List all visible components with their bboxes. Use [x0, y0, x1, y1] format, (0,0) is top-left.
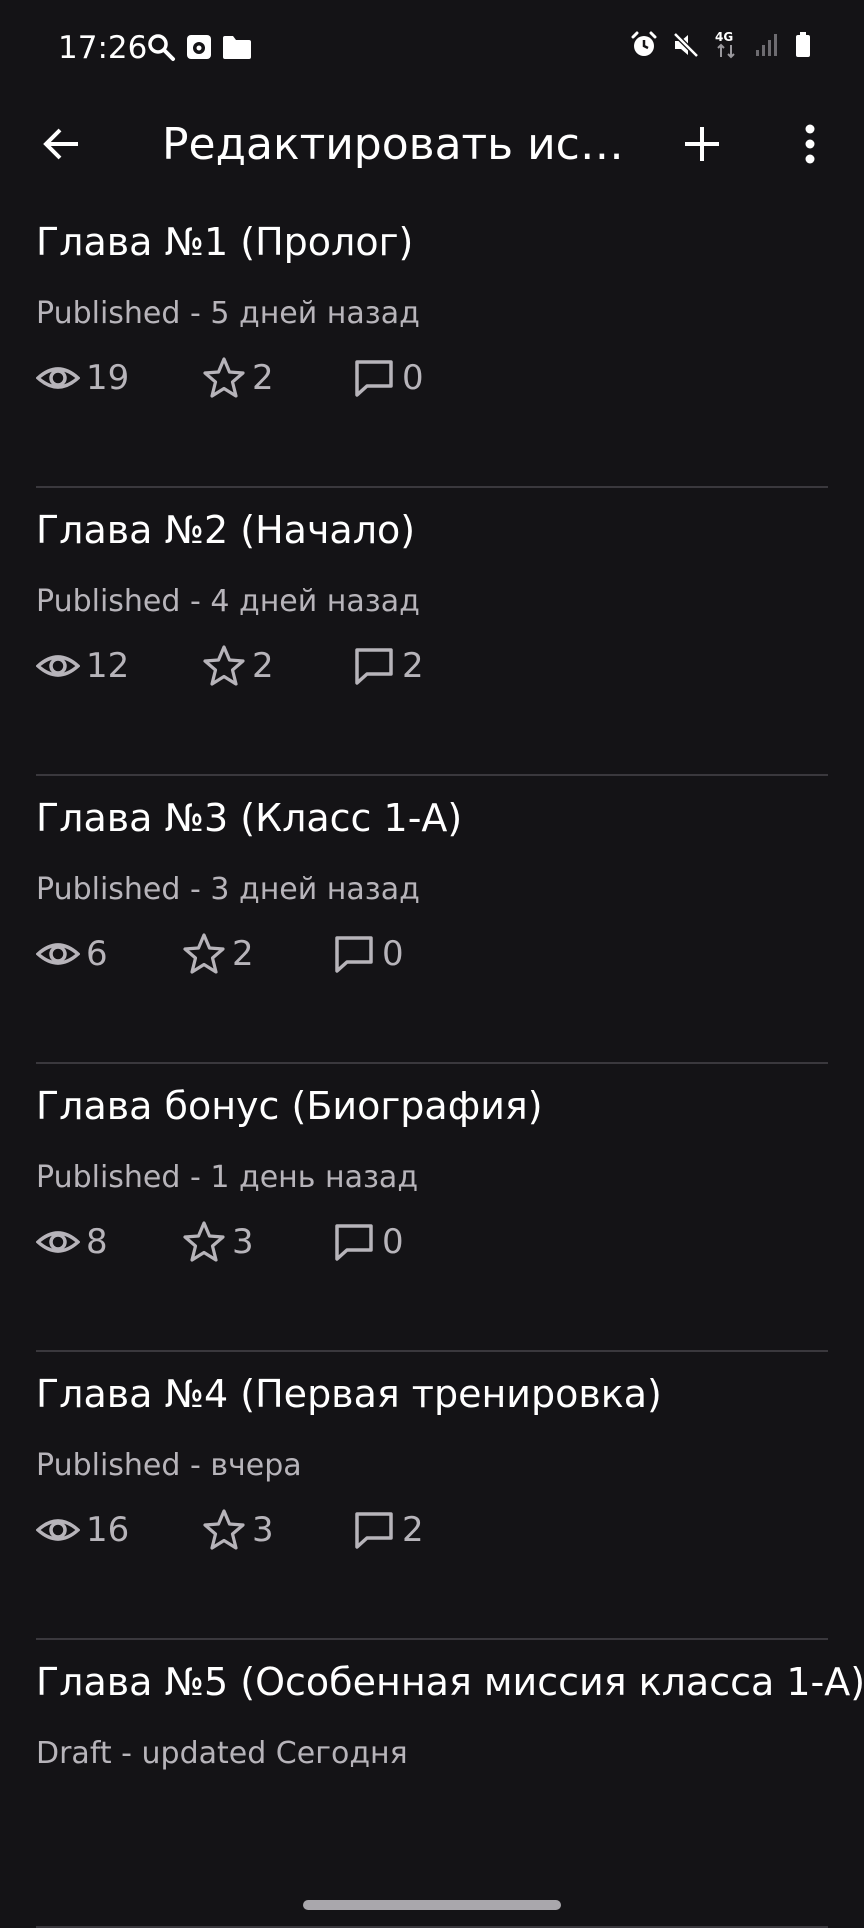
chapter-status: Published - 5 дней назад [36, 296, 420, 331]
stars-stat: 2 [182, 932, 254, 976]
status-right-icons: 4G [630, 30, 812, 60]
eye-icon [36, 356, 86, 400]
stars-stat: 3 [202, 1508, 274, 1552]
chapter-title: Глава №2 (Начало) [36, 508, 416, 552]
chapter-stats: 12 2 2 [36, 644, 836, 688]
status-left-icons [146, 32, 252, 62]
chapter-item-draft[interactable]: Глава №5 (Особенная миссия класса 1-А) D… [0, 1640, 864, 1928]
add-chapter-button[interactable] [670, 114, 734, 178]
chapter-title: Глава №4 (Первая тренировка) [36, 1372, 662, 1416]
stars-count: 2 [252, 358, 274, 398]
star-icon [182, 1220, 232, 1264]
mute-icon [672, 31, 700, 59]
views-stat: 19 [36, 356, 129, 400]
chapter-stats: 19 2 0 [36, 356, 836, 400]
views-count: 6 [86, 934, 108, 974]
views-stat: 8 [36, 1220, 108, 1264]
folder-icon [222, 34, 252, 60]
app-bar: Редактировать исто... [0, 96, 864, 216]
back-button[interactable] [30, 114, 94, 178]
views-stat: 12 [36, 644, 129, 688]
stars-stat: 2 [202, 356, 274, 400]
status-time: 17:26 [58, 30, 148, 66]
comments-count: 2 [402, 646, 424, 686]
chapter-item[interactable]: Глава №4 (Первая тренировка) Published -… [0, 1352, 864, 1640]
plus-icon [683, 125, 721, 168]
chapter-item[interactable]: Глава №1 (Пролог) Published - 5 дней наз… [0, 200, 864, 488]
chapter-stats: 8 3 0 [36, 1220, 836, 1264]
chapter-status: Draft - updated Сегодня [36, 1736, 408, 1771]
comment-icon [352, 356, 402, 400]
views-count: 19 [86, 358, 130, 398]
chapter-status: Published - 3 дней назад [36, 872, 420, 907]
comments-stat: 2 [352, 644, 424, 688]
more-vertical-icon [804, 124, 816, 169]
home-indicator[interactable] [303, 1900, 561, 1910]
comments-stat: 0 [352, 356, 424, 400]
chapter-list: Глава №1 (Пролог) Published - 5 дней наз… [0, 200, 864, 1928]
views-stat: 6 [36, 932, 108, 976]
signal-icon [754, 32, 780, 58]
status-bar: 17:26 4G [0, 0, 864, 96]
stars-count: 2 [252, 646, 274, 686]
eye-icon [36, 644, 86, 688]
chapter-title: Глава №5 (Особенная миссия класса 1-А) [36, 1660, 864, 1704]
comments-count: 0 [402, 358, 424, 398]
chapter-stats: 6 2 0 [36, 932, 836, 976]
chapter-item[interactable]: Глава бонус (Биография) Published - 1 де… [0, 1064, 864, 1352]
alarm-icon [630, 31, 658, 59]
page-title: Редактировать исто... [162, 119, 632, 170]
stars-count: 2 [232, 934, 254, 974]
star-icon [202, 644, 252, 688]
chapter-status: Published - 4 дней назад [36, 584, 420, 619]
comments-stat: 2 [352, 1508, 424, 1552]
comments-stat: 0 [332, 1220, 404, 1264]
eye-icon [36, 1220, 86, 1264]
chapter-status: Published - 1 день назад [36, 1160, 419, 1195]
stars-count: 3 [232, 1222, 254, 1262]
chapter-title: Глава бонус (Биография) [36, 1084, 543, 1128]
views-count: 12 [86, 646, 130, 686]
chapter-item[interactable]: Глава №3 (Класс 1-А) Published - 3 дней … [0, 776, 864, 1064]
chapter-stats: 16 3 2 [36, 1508, 836, 1552]
comment-icon [352, 644, 402, 688]
arrow-left-icon [42, 124, 82, 169]
chapter-title: Глава №1 (Пролог) [36, 220, 414, 264]
eye-icon [36, 1508, 86, 1552]
stars-count: 3 [252, 1510, 274, 1550]
camera-icon [186, 34, 212, 60]
comment-icon [332, 932, 382, 976]
comment-icon [352, 1508, 402, 1552]
views-count: 8 [86, 1222, 108, 1262]
comments-count: 0 [382, 1222, 404, 1262]
comments-count: 0 [382, 934, 404, 974]
battery-icon [794, 31, 812, 59]
network-4g-icon: 4G [714, 30, 740, 60]
more-options-button[interactable] [778, 114, 842, 178]
views-count: 16 [86, 1510, 130, 1550]
chapter-title: Глава №3 (Класс 1-А) [36, 796, 463, 840]
search-icon [146, 32, 176, 62]
chapter-item[interactable]: Глава №2 (Начало) Published - 4 дней наз… [0, 488, 864, 776]
star-icon [202, 1508, 252, 1552]
comments-stat: 0 [332, 932, 404, 976]
svg-text:4G: 4G [715, 30, 733, 44]
stars-stat: 2 [202, 644, 274, 688]
stars-stat: 3 [182, 1220, 254, 1264]
views-stat: 16 [36, 1508, 129, 1552]
comments-count: 2 [402, 1510, 424, 1550]
eye-icon [36, 932, 86, 976]
comment-icon [332, 1220, 382, 1264]
chapter-status: Published - вчера [36, 1448, 302, 1483]
star-icon [202, 356, 252, 400]
star-icon [182, 932, 232, 976]
